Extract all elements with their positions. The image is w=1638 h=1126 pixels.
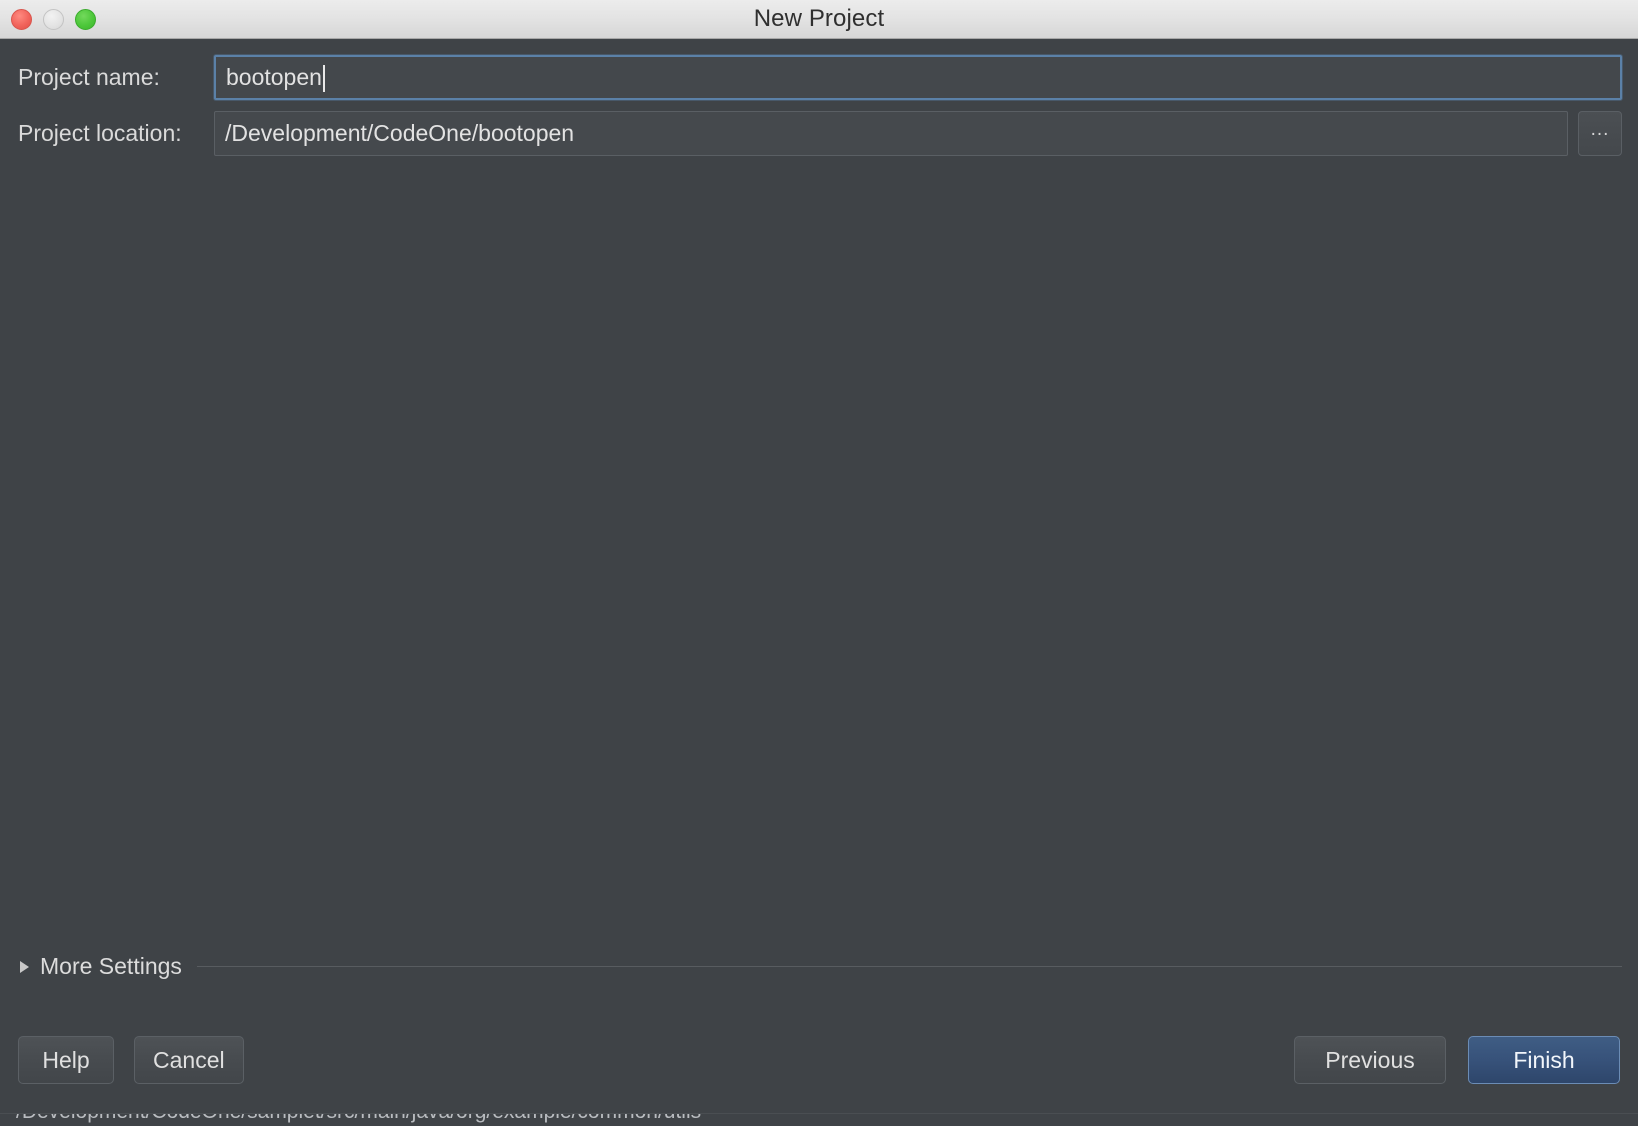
previous-button[interactable]: Previous xyxy=(1294,1036,1446,1084)
dialog-content: Project name: bootopen Project location:… xyxy=(0,39,1638,1126)
browse-folder-button[interactable]: ... xyxy=(1578,111,1622,156)
project-name-input[interactable]: bootopen xyxy=(214,55,1622,100)
dialog-footer: Help Cancel Previous Finish xyxy=(0,1036,1638,1084)
close-window-icon[interactable] xyxy=(11,8,32,30)
bottom-path-text: /Development/CodeOne/samplet/src/main/ja… xyxy=(16,1114,701,1124)
project-name-row: Project name: bootopen xyxy=(0,55,1638,100)
project-location-row: Project location: /Development/CodeOne/b… xyxy=(0,111,1638,156)
bottom-clipped-strip: /Development/CodeOne/samplet/src/main/ja… xyxy=(0,1113,1638,1126)
traffic-lights xyxy=(0,8,96,30)
more-settings-label: More Settings xyxy=(40,953,182,979)
more-settings-section[interactable]: More Settings xyxy=(18,953,1622,980)
minimize-window-icon[interactable] xyxy=(43,8,64,30)
triangle-right-icon[interactable] xyxy=(20,960,29,973)
project-name-label: Project name: xyxy=(18,64,160,90)
footer-right-buttons: Previous Finish xyxy=(1294,1036,1620,1084)
help-button[interactable]: Help xyxy=(18,1036,114,1084)
cancel-button[interactable]: Cancel xyxy=(134,1036,244,1084)
finish-button[interactable]: Finish xyxy=(1468,1036,1620,1084)
project-location-value: /Development/CodeOne/bootopen xyxy=(225,120,575,146)
project-location-input[interactable]: /Development/CodeOne/bootopen xyxy=(214,111,1568,156)
section-divider xyxy=(196,966,1622,967)
footer-left-buttons: Help Cancel xyxy=(18,1036,244,1084)
new-project-dialog: New Project Project name: bootopen Proje… xyxy=(0,0,1638,1126)
window-title: New Project xyxy=(753,5,885,32)
maximize-window-icon[interactable] xyxy=(75,8,96,30)
project-name-value: bootopen xyxy=(226,64,322,90)
text-caret xyxy=(322,65,325,92)
window-titlebar: New Project xyxy=(0,0,1638,39)
project-location-label: Project location: xyxy=(18,120,182,146)
